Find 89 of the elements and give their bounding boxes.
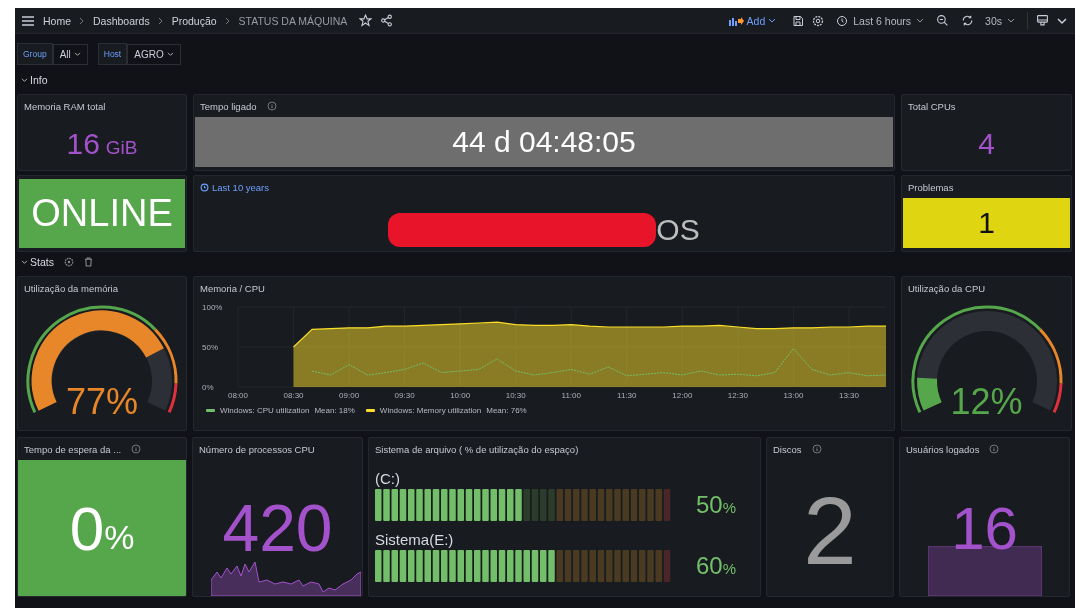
star-icon[interactable] xyxy=(359,14,373,27)
axis-label: 13:00 xyxy=(783,391,804,400)
drive-label: Sistema(E:) xyxy=(374,530,455,548)
stat-value: 16 GiB xyxy=(66,126,138,161)
panel-title: Memoria / CPU xyxy=(200,282,265,294)
stat-value: 1 xyxy=(903,198,1070,248)
variable-label: Host xyxy=(97,43,128,65)
axis-label: 10:00 xyxy=(450,391,471,400)
settings-icon[interactable] xyxy=(63,257,74,267)
panel-title: Problemas xyxy=(908,181,954,193)
time-override-note: Last 10 years xyxy=(200,181,270,193)
axis-label: 08:30 xyxy=(283,391,304,400)
panel-title: Memoria RAM total xyxy=(24,100,106,112)
caret-icon xyxy=(166,51,174,57)
save-icon[interactable] xyxy=(792,14,805,27)
refresh-icon xyxy=(961,14,975,27)
axis-label: 09:30 xyxy=(394,391,415,400)
row-toggle[interactable]: Info xyxy=(21,74,48,86)
stat-value: 44 d 04:48:05 xyxy=(195,117,893,167)
legend-mean: Mean: 76% xyxy=(486,406,527,415)
time-range-picker[interactable]: Last 6 hours xyxy=(836,14,925,27)
panel-title: Tempo de espera da ... xyxy=(24,443,122,455)
caret-icon xyxy=(916,17,925,24)
stat-value: 2 xyxy=(802,476,858,586)
axis-label: 10:30 xyxy=(505,391,526,400)
gauge-value: 12% xyxy=(949,381,1024,423)
info-icon[interactable] xyxy=(131,444,142,454)
axis-label: 13:30 xyxy=(838,391,859,400)
panel-title: Utilização da CPU xyxy=(908,282,986,294)
row-toggle[interactable]: Stats xyxy=(21,256,54,268)
breadcrumb-link[interactable]: Dashboards xyxy=(93,14,150,27)
panel-title: Tempo ligado xyxy=(200,100,257,112)
info-icon[interactable] xyxy=(266,101,277,111)
legend-mean: Mean: 18% xyxy=(314,406,355,415)
info-icon[interactable] xyxy=(811,444,822,454)
stat-value: 16 xyxy=(950,494,1019,563)
caret-icon xyxy=(21,77,28,83)
panel-title: Utilização da memória xyxy=(24,282,118,294)
axis-label: 12:00 xyxy=(672,391,693,400)
info-icon[interactable] xyxy=(989,444,1000,454)
chart-icon xyxy=(727,15,744,26)
panel-title: Total CPUs xyxy=(908,100,956,112)
chevron-icon xyxy=(224,16,231,25)
breadcrumb-link[interactable]: Produção xyxy=(171,14,217,27)
breadcrumb-link[interactable]: STATUS DA MÁQUINA xyxy=(238,14,348,27)
breadcrumb-link[interactable]: Home xyxy=(43,14,71,27)
axis-label: 0% xyxy=(202,383,214,392)
zoom-out-icon[interactable] xyxy=(936,14,950,27)
stat-value: ONLINE xyxy=(19,179,185,248)
chevron-down-icon[interactable] xyxy=(1057,16,1067,25)
stat-value: 0% xyxy=(18,460,186,596)
refresh-button[interactable]: 30s xyxy=(961,14,1015,27)
menu-icon[interactable] xyxy=(21,14,35,27)
drive-label: (C:) xyxy=(374,469,401,487)
usage-value: 60% xyxy=(696,552,737,580)
stat-value: OS xyxy=(656,212,700,247)
stat-value: 420 xyxy=(221,490,334,566)
panel-title: Usuários logados xyxy=(906,443,980,455)
usage-value: 50% xyxy=(696,491,737,519)
variable-dropdown[interactable]: AGRO xyxy=(127,43,181,65)
share-icon[interactable] xyxy=(380,14,394,27)
variable-dropdown[interactable]: All xyxy=(52,43,88,65)
clock-icon xyxy=(836,14,849,27)
axis-label: 11:30 xyxy=(617,391,637,400)
axis-label: 09:00 xyxy=(339,391,360,400)
stat-value: 4 xyxy=(978,126,995,161)
axis-label: 100% xyxy=(202,303,223,312)
caret-icon xyxy=(768,17,777,24)
variable-label: Group xyxy=(17,43,53,65)
trash-icon[interactable] xyxy=(83,257,93,267)
axis-label: 50% xyxy=(202,343,218,352)
panel-title: Número de processos CPU xyxy=(199,443,315,455)
axis-label: 11:00 xyxy=(561,391,581,400)
caret-icon xyxy=(21,259,28,265)
legend-item[interactable]: Windows: Memory utilization xyxy=(379,406,482,415)
caret-icon xyxy=(73,51,81,57)
panel-title: Discos xyxy=(773,443,802,455)
add-button[interactable]: Add xyxy=(727,14,777,27)
monitor-icon[interactable] xyxy=(1036,14,1049,27)
caret-icon xyxy=(1007,17,1015,24)
axis-label: 08:00 xyxy=(228,391,248,400)
gauge-value: 77% xyxy=(64,381,140,423)
settings-icon[interactable] xyxy=(812,14,825,27)
clock-icon xyxy=(200,182,209,192)
axis-label: 12:30 xyxy=(727,391,748,400)
chevron-icon xyxy=(157,16,164,25)
panel-title: Sistema de arquivo ( % de utilização do espaço) xyxy=(375,443,579,455)
legend-item[interactable]: Windows: CPU utilization xyxy=(220,406,310,415)
chevron-icon xyxy=(79,16,85,25)
